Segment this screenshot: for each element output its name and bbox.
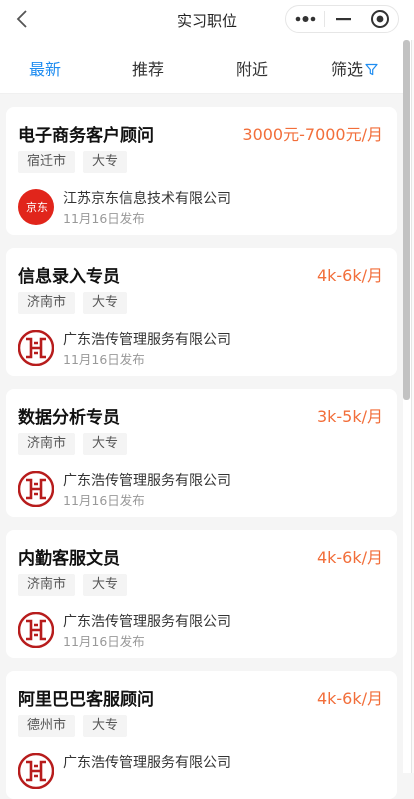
publish-date: 11月16日发布 bbox=[63, 493, 145, 508]
company-name: 广东浩传管理服务有限公司 bbox=[63, 755, 231, 771]
education-tag: 大专 bbox=[83, 433, 128, 455]
job-title: 阿里巴巴客服顾问 bbox=[18, 690, 154, 710]
haochuan-logo bbox=[18, 753, 54, 789]
education-tag: 大专 bbox=[83, 151, 128, 173]
scrollbar-thumb[interactable] bbox=[403, 40, 410, 400]
location-tag: 宿迁市 bbox=[18, 151, 76, 173]
publish-date: 11月16日发布 bbox=[63, 211, 145, 226]
company-name: 江苏京东信息技术有限公司 bbox=[63, 191, 231, 207]
publish-date: 11月16日发布 bbox=[63, 352, 145, 367]
job-card[interactable]: 数据分析专员 3k-5k/月 济南市 大专 广东浩传管理服务有限公司 11月16… bbox=[6, 389, 397, 517]
location-tag: 济南市 bbox=[18, 574, 76, 596]
job-salary: 4k-6k/月 bbox=[316, 548, 383, 567]
haochuan-logo bbox=[18, 471, 54, 507]
job-card[interactable]: 阿里巴巴客服顾问 4k-6k/月 德州市 大专 广东浩传管理服务有限公司 bbox=[6, 671, 397, 799]
tab-label: 筛选 bbox=[331, 60, 364, 79]
haochuan-logo bbox=[18, 612, 54, 648]
job-salary: 4k-6k/月 bbox=[316, 689, 383, 708]
jd-logo-text: 京东 bbox=[26, 200, 48, 214]
tab-label: 最新 bbox=[29, 60, 62, 79]
target-circle-icon[interactable] bbox=[362, 6, 398, 32]
haochuan-logo bbox=[18, 330, 54, 366]
job-salary: 3k-5k/月 bbox=[316, 407, 383, 426]
minus-icon[interactable] bbox=[325, 6, 361, 32]
education-tag: 大专 bbox=[83, 574, 128, 596]
job-salary: 4k-6k/月 bbox=[316, 266, 383, 285]
navigation-bar: 实习职位 bbox=[0, 0, 414, 40]
job-card[interactable]: 信息录入专员 4k-6k/月 济南市 大专 广东浩传管理服务有限公司 11月16… bbox=[6, 248, 397, 376]
job-title: 信息录入专员 bbox=[18, 267, 120, 287]
job-card[interactable]: 内勤客服文员 4k-6k/月 济南市 大专 广东浩传管理服务有限公司 11月16… bbox=[6, 530, 397, 658]
job-title: 数据分析专员 bbox=[18, 408, 120, 428]
filter-tabs: 最新 推荐 附近 筛选 bbox=[0, 40, 414, 94]
funnel-icon bbox=[365, 63, 378, 76]
tab-label: 推荐 bbox=[132, 60, 165, 79]
tab-nearby[interactable]: 附近 bbox=[236, 56, 268, 80]
more-dots-icon[interactable] bbox=[286, 6, 324, 32]
job-title: 电子商务客户顾问 bbox=[18, 126, 154, 146]
location-tag: 济南市 bbox=[18, 433, 76, 455]
education-tag: 大专 bbox=[83, 715, 128, 737]
job-card[interactable]: 电子商务客户顾问 3000元-7000元/月 宿迁市 大专 京东 江苏京东信息技… bbox=[6, 107, 397, 235]
company-name: 广东浩传管理服务有限公司 bbox=[63, 473, 231, 489]
location-tag: 德州市 bbox=[18, 715, 76, 737]
tab-latest[interactable]: 最新 bbox=[29, 56, 61, 80]
jd-logo: 京东 bbox=[18, 189, 54, 225]
company-name: 广东浩传管理服务有限公司 bbox=[63, 332, 231, 348]
job-title: 内勤客服文员 bbox=[18, 549, 120, 569]
tab-recommended[interactable]: 推荐 bbox=[132, 56, 164, 80]
location-tag: 济南市 bbox=[18, 292, 76, 314]
publish-date: 11月16日发布 bbox=[63, 634, 145, 649]
capsule-menu bbox=[285, 5, 399, 33]
tab-label: 附近 bbox=[236, 60, 269, 79]
tab-filter[interactable]: 筛选 bbox=[331, 56, 378, 80]
education-tag: 大专 bbox=[83, 292, 128, 314]
company-name: 广东浩传管理服务有限公司 bbox=[63, 614, 231, 630]
job-salary: 3000元-7000元/月 bbox=[242, 125, 383, 144]
